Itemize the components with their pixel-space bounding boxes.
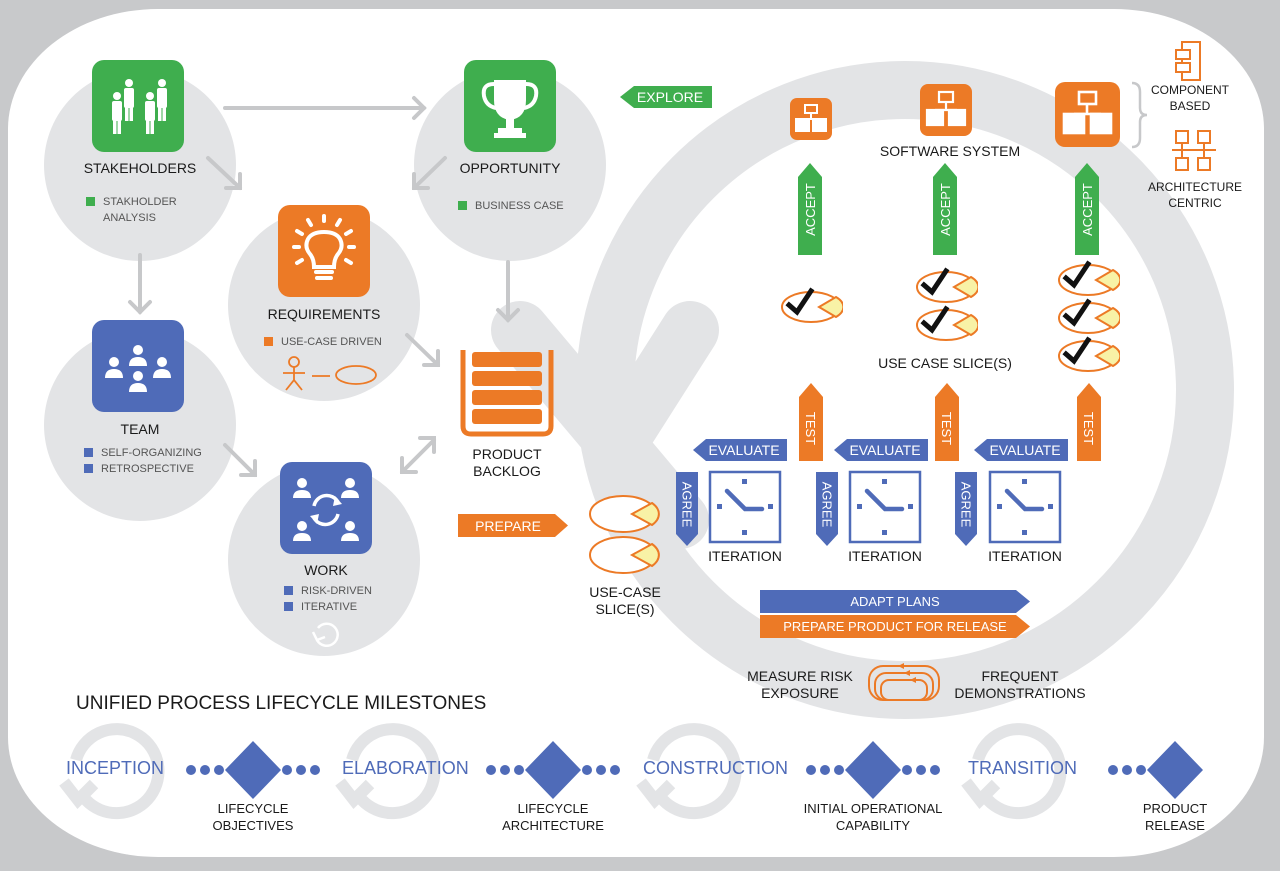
timeline-dot: [500, 765, 510, 775]
timeline-dot: [610, 765, 620, 775]
milestone-label: PRODUCT RELEASE: [1142, 801, 1208, 833]
timeline-dot: [806, 765, 816, 775]
timeline-dot: [186, 765, 196, 775]
timeline-dot: [820, 765, 830, 775]
timeline-dot: [214, 765, 224, 775]
milestones-graphics: [59, 723, 1203, 820]
timeline-dot: [486, 765, 496, 775]
timeline-dot: [596, 765, 606, 775]
milestone-diamond: [845, 741, 901, 799]
timeline-dot: [1108, 765, 1118, 775]
milestone-diamond: [225, 741, 281, 799]
timeline-dot: [1136, 765, 1146, 775]
timeline-dot: [930, 765, 940, 775]
milestone-label: LIFECYCLE OBJECTIVES: [212, 801, 294, 833]
phase-label-inception: INCEPTION: [66, 758, 165, 778]
milestone-diamond: [1147, 741, 1203, 799]
timeline-dot: [310, 765, 320, 775]
timeline-dot: [282, 765, 292, 775]
milestone-diamond: [525, 741, 581, 799]
timeline-dot: [200, 765, 210, 775]
milestone-label: INITIAL OPERATIONAL CAPABILITY: [803, 801, 943, 833]
timeline-dot: [296, 765, 306, 775]
timeline-dot: [1122, 765, 1132, 775]
timeline-dot: [834, 765, 844, 775]
timeline-dot: [902, 765, 912, 775]
diagram-canvas: STAKEHOLDERS STAKHOLDER ANALYSIS OPPORTU…: [0, 0, 1280, 871]
timeline-dot: [514, 765, 524, 775]
timeline-dot: [582, 765, 592, 775]
phase-label-construction: CONSTRUCTION: [643, 758, 788, 778]
timeline-dot: [916, 765, 926, 775]
milestone-label: LIFECYCLE ARCHITECTURE: [502, 801, 604, 833]
phase-label-transition: TRANSITION: [968, 758, 1078, 778]
phase-label-elaboration: ELABORATION: [342, 758, 469, 778]
